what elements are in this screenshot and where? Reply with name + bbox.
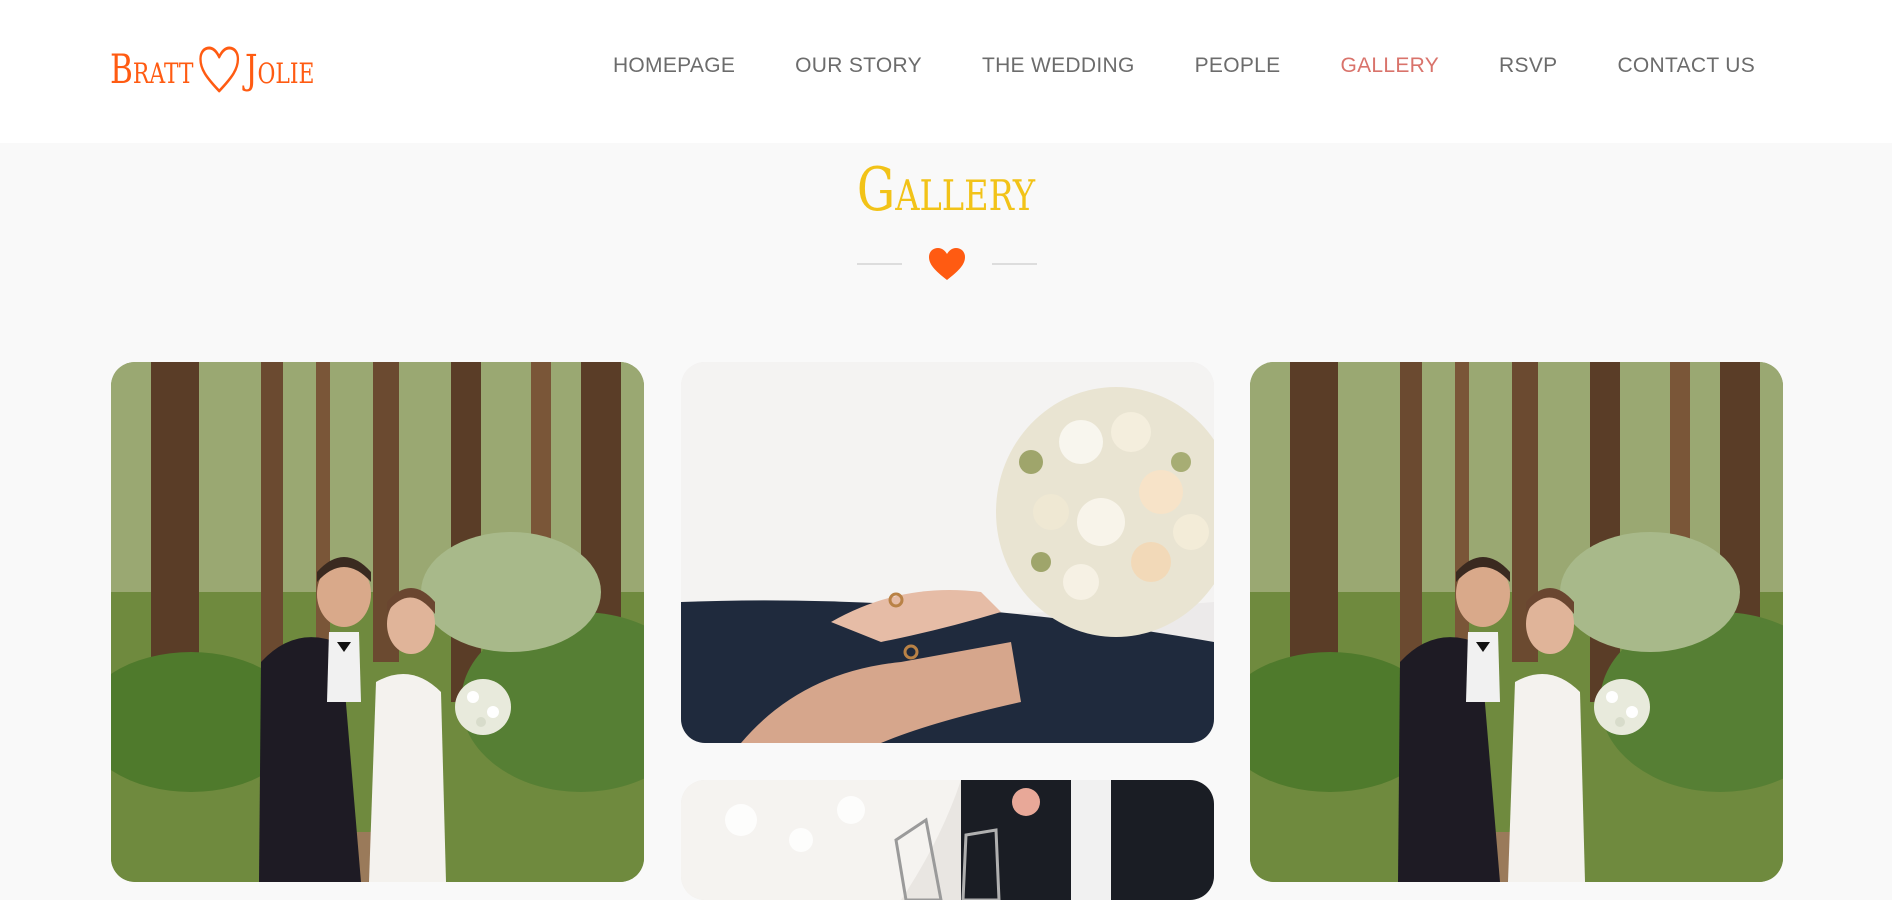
heart-outline-icon: [199, 46, 240, 93]
hands-rings-image: [681, 362, 1214, 743]
nav-contact-us[interactable]: CONTACT US: [1617, 54, 1755, 78]
main-nav: HOMEPAGE OUR STORY THE WEDDING PEOPLE GA…: [553, 54, 1755, 78]
gallery-photo-hands-rings[interactable]: [681, 362, 1214, 743]
nav-people[interactable]: PEOPLE: [1195, 54, 1281, 78]
gallery-photo-champagne[interactable]: [681, 780, 1214, 900]
heart-icon: [929, 248, 965, 280]
nav-homepage[interactable]: HOMEPAGE: [613, 54, 735, 78]
couple-forest-image: [111, 362, 644, 882]
site-logo[interactable]: Bratt Jolie: [110, 42, 314, 98]
champagne-image: [681, 780, 1214, 900]
couple-forest-image: [1250, 362, 1783, 882]
site-header: Bratt Jolie HOMEPAGE OUR STORY THE WEDDI…: [0, 0, 1892, 143]
gallery-photo-couple-forest[interactable]: [111, 362, 644, 882]
divider-line-left: [857, 263, 902, 265]
logo-right-name: Jolie: [244, 47, 315, 93]
section-title: Gallery: [856, 155, 1036, 225]
divider-line-right: [992, 263, 1037, 265]
section-divider: [857, 244, 1037, 284]
nav-rsvp[interactable]: RSVP: [1499, 54, 1557, 78]
gallery-photo-couple-forest-2[interactable]: [1250, 362, 1783, 882]
nav-gallery[interactable]: GALLERY: [1340, 54, 1439, 78]
nav-our-story[interactable]: OUR STORY: [795, 54, 922, 78]
logo-left-name: Bratt: [110, 47, 194, 93]
nav-the-wedding[interactable]: THE WEDDING: [982, 54, 1135, 78]
